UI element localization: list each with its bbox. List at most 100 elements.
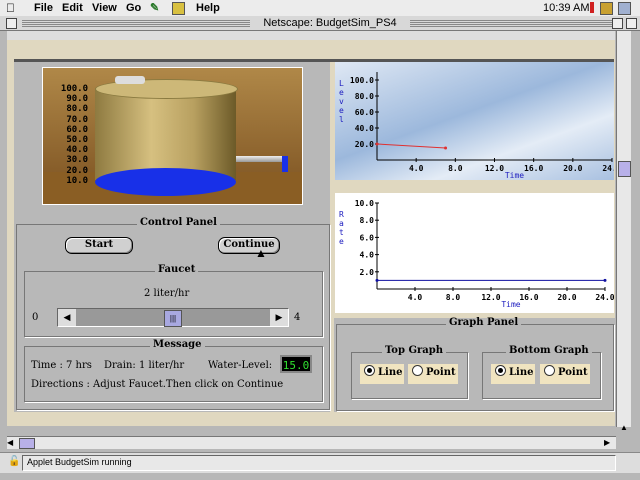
time-text: Time : 7 hrs xyxy=(31,360,92,371)
faucet-max: 4 xyxy=(294,312,301,323)
vertical-scroll-thumb[interactable] xyxy=(618,161,631,177)
level-chart-svg: 100.0 80.0 60.0 40.0 20.0 4.0 8.0 12.0 16.0 20.0 2… xyxy=(339,72,614,180)
bottom-line-label: Line xyxy=(509,367,534,378)
x-tick-label: 4.0 xyxy=(408,293,423,302)
tank-tick-label: 70.0 xyxy=(66,114,88,125)
bottom-graph-title: Bottom Graph xyxy=(506,346,592,356)
rate-chart-svg: 10.0 8.0 6.0 4.0 2.0 4.0 8.0 12.0 16.0 20.0 24.0 R a… xyxy=(339,199,614,309)
bottom-line-radio[interactable]: Line xyxy=(491,364,535,384)
status-bar: 🔓 Applet BudgetSim running xyxy=(0,452,640,473)
x-tick-label: 20.0 xyxy=(557,293,576,302)
message-group xyxy=(24,346,323,402)
horizontal-scroll-thumb[interactable] xyxy=(19,438,35,449)
menu-file[interactable]: File xyxy=(34,1,53,15)
top-point-label: Point xyxy=(426,367,456,378)
start-button[interactable]: Start xyxy=(65,237,133,254)
tank-tick-label: 50.0 xyxy=(66,135,88,145)
y-tick-label: 60.0 xyxy=(355,108,374,117)
data-point xyxy=(603,278,607,282)
top-point-radio[interactable]: Point xyxy=(408,364,458,384)
status-text: Applet BudgetSim running xyxy=(27,457,132,467)
y-tick-label: 2.0 xyxy=(360,268,375,277)
window-title-bar[interactable]: Netscape: BudgetSim_PS4 xyxy=(0,16,640,31)
slider-thumb[interactable]: ||| xyxy=(164,310,182,327)
drain-outlet xyxy=(282,156,288,172)
x-tick-label: 8.0 xyxy=(446,293,461,302)
menu-bar:  File Edit View Go ✎ Help 10:39 AM xyxy=(0,0,640,17)
pen-icon[interactable]: ✎ xyxy=(150,1,159,15)
tank-tick-label: 30.0 xyxy=(66,155,88,166)
faucet-title: Faucet xyxy=(155,265,199,275)
zoom-box-icon[interactable] xyxy=(612,18,623,29)
slider-right-arrow-icon[interactable]: ▶ xyxy=(270,309,288,326)
scroll-right-arrow-icon[interactable]: ▶ xyxy=(604,437,614,449)
app-icon[interactable] xyxy=(172,2,185,15)
y-axis-label: Level xyxy=(339,79,344,124)
tank-tick-label: 10.0 xyxy=(66,175,88,186)
tank-tick-label: 20.0 xyxy=(66,165,88,176)
directions-text: Directions : Adjust Faucet.Then click on… xyxy=(31,379,284,390)
x-tick-label: 24.0 xyxy=(595,293,614,302)
tank-tick-label: 40.0 xyxy=(66,145,88,156)
water-level-display: 15.0 xyxy=(280,355,312,373)
clock: 10:39 AM xyxy=(543,2,590,14)
x-tick-label: 4.0 xyxy=(409,164,424,173)
x-tick-label: 12.0 xyxy=(485,164,504,173)
battery-icon xyxy=(590,2,594,13)
menu-edit[interactable]: Edit xyxy=(62,1,83,15)
continue-button[interactable]: Continue xyxy=(218,237,280,254)
radio-empty-icon xyxy=(412,365,423,376)
faucet-min: 0 xyxy=(32,312,39,323)
data-point xyxy=(375,142,379,146)
radio-empty-icon xyxy=(544,365,555,376)
top-graph-title: Top Graph xyxy=(382,346,446,356)
rate-chart: 10.0 8.0 6.0 4.0 2.0 4.0 8.0 12.0 16.0 20.0 24.0 Ra… xyxy=(335,193,614,313)
radio-selected-icon xyxy=(364,365,375,376)
y-tick-label: 4.0 xyxy=(360,251,375,260)
drain-text: Drain: 1 liter/hr xyxy=(104,360,185,371)
y-tick-label: 100.0 xyxy=(350,76,374,85)
menu-help[interactable]: Help xyxy=(196,1,220,15)
y-tick-label: 8.0 xyxy=(360,216,375,225)
close-box-icon[interactable] xyxy=(6,18,17,29)
faucet-slider[interactable]: ◀ ▶ ||| xyxy=(57,308,289,327)
y-tick-label: 10.0 xyxy=(355,199,374,208)
menu-view[interactable]: View xyxy=(92,1,117,15)
top-line-label: Line xyxy=(378,367,403,378)
bottom-point-label: Point xyxy=(558,367,588,378)
slider-left-arrow-icon[interactable]: ◀ xyxy=(58,309,76,326)
collapse-box-icon[interactable] xyxy=(626,18,637,29)
lock-icon: 🔓 xyxy=(8,456,21,467)
x-axis-label: Time xyxy=(505,171,524,180)
menu-go[interactable]: Go xyxy=(126,1,141,15)
cursor-icon: ▲ xyxy=(255,246,267,260)
y-tick-label: 6.0 xyxy=(360,233,375,242)
netscape-icon[interactable] xyxy=(600,2,613,15)
data-point xyxy=(444,146,448,150)
data-point xyxy=(375,278,379,282)
vertical-scrollbar[interactable]: ▲ xyxy=(616,31,631,432)
x-tick-label: 20.0 xyxy=(563,164,582,173)
y-tick-label: 20.0 xyxy=(355,140,374,149)
scroll-left-arrow-icon[interactable]: ◀ xyxy=(7,437,17,449)
horizontal-scrollbar[interactable]: ◀ ▶ xyxy=(7,436,616,449)
top-line-radio[interactable]: Line xyxy=(360,364,404,384)
x-tick-label: 16.0 xyxy=(524,164,543,173)
tank xyxy=(95,88,236,180)
x-tick-label: 8.0 xyxy=(448,164,463,173)
tank-tick-label: 80.0 xyxy=(66,104,88,115)
graph-panel-title: Graph Panel xyxy=(446,318,522,328)
tank-water xyxy=(95,168,236,196)
bottom-point-radio[interactable]: Point xyxy=(540,364,590,384)
tank-tick-label: 100.0 xyxy=(60,84,88,94)
radio-selected-icon xyxy=(495,365,506,376)
faucet-icon xyxy=(115,76,145,84)
window-title: Netscape: BudgetSim_PS4 xyxy=(250,16,410,30)
y-tick-label: 40.0 xyxy=(355,124,374,133)
faucet-group xyxy=(24,271,323,337)
apple-icon[interactable]:  xyxy=(6,1,15,15)
scroll-up-arrow-icon[interactable]: ▲ xyxy=(617,423,631,432)
y-axis-label: Rate xyxy=(339,210,344,246)
app-switcher-icon[interactable] xyxy=(618,2,631,15)
control-panel-title: Control Panel xyxy=(137,218,220,228)
